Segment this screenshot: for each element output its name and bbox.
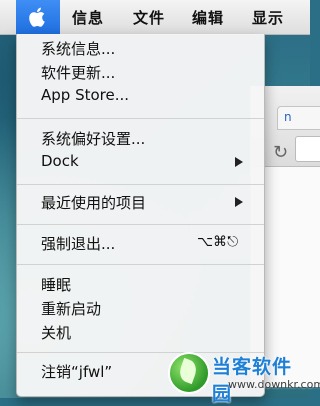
menu-separator bbox=[17, 264, 264, 265]
browser-tab-label: n bbox=[284, 110, 292, 124]
address-bar[interactable] bbox=[295, 136, 320, 162]
apple-icon bbox=[29, 7, 45, 27]
reload-icon[interactable]: ↻ bbox=[273, 142, 288, 163]
force-quit-shortcut: ⌥⌘⎋ bbox=[197, 234, 239, 250]
menu-bar: 信息 文件 编辑 显示 bbox=[0, 0, 310, 35]
menu-item-force-quit[interactable]: 强制退出... bbox=[41, 233, 115, 254]
menu-messages[interactable]: 信息 bbox=[72, 7, 104, 28]
menu-item-recent-items[interactable]: 最近使用的项目 bbox=[41, 192, 146, 213]
menu-item-system-preferences[interactable]: 系统偏好设置... bbox=[41, 128, 145, 149]
menu-separator bbox=[17, 118, 264, 119]
menu-item-sleep[interactable]: 睡眠 bbox=[41, 274, 71, 295]
browser-tab[interactable]: n bbox=[277, 106, 320, 130]
menu-file[interactable]: 文件 bbox=[133, 7, 165, 28]
menu-item-shutdown[interactable]: 关机 bbox=[41, 322, 71, 343]
menu-separator bbox=[17, 224, 264, 225]
leaf-icon bbox=[176, 357, 200, 385]
menu-item-restart[interactable]: 重新启动 bbox=[41, 298, 101, 319]
submenu-arrow-icon bbox=[235, 197, 243, 207]
submenu-arrow-icon bbox=[235, 157, 243, 167]
menu-item-dock[interactable]: Dock bbox=[41, 152, 79, 170]
watermark: 当客软件园 www.downkr.com bbox=[168, 350, 320, 405]
menu-separator bbox=[17, 184, 264, 185]
watermark-logo-icon bbox=[168, 352, 210, 394]
menu-item-logout[interactable]: 注销“jfwl” bbox=[41, 361, 112, 382]
menu-item-app-store[interactable]: App Store... bbox=[41, 86, 129, 104]
apple-menu-button[interactable] bbox=[16, 0, 60, 34]
menu-edit[interactable]: 编辑 bbox=[192, 7, 224, 28]
menu-item-software-update[interactable]: 软件更新... bbox=[41, 62, 115, 83]
menu-view[interactable]: 显示 bbox=[252, 7, 284, 28]
apple-dropdown-menu: 系统信息... 软件更新... App Store... 系统偏好设置... D… bbox=[16, 34, 265, 397]
menu-item-system-info[interactable]: 系统信息... bbox=[41, 38, 115, 59]
watermark-url: www.downkr.com bbox=[228, 378, 320, 391]
